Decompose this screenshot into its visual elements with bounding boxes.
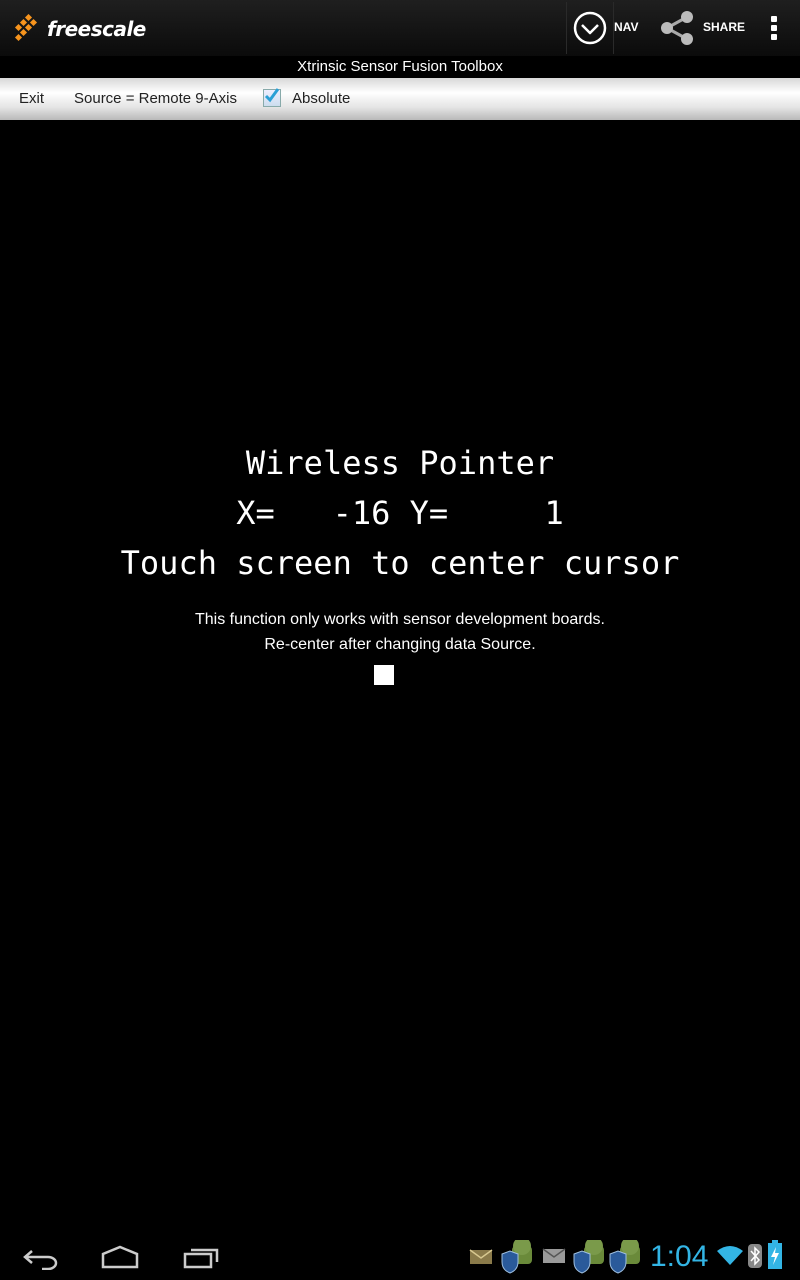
nav-label[interactable]: NAV xyxy=(614,20,638,34)
freescale-logo: freescale xyxy=(14,14,146,44)
overflow-menu-icon[interactable] xyxy=(764,14,784,42)
brand-name: freescale xyxy=(47,17,146,41)
android-shield-icon[interactable] xyxy=(572,1240,608,1274)
status-clock: 1:04 xyxy=(650,1240,709,1273)
pointer-coordinates: X= -16 Y= 1 xyxy=(236,494,564,532)
absolute-checkbox[interactable] xyxy=(263,88,281,107)
note-line-2: Re-center after changing data Source. xyxy=(264,636,536,653)
home-icon[interactable] xyxy=(100,1244,140,1270)
app-title: Xtrinsic Sensor Fusion Toolbox xyxy=(297,58,503,75)
absolute-label[interactable]: Absolute xyxy=(292,90,350,107)
pointer-canvas[interactable] xyxy=(0,120,800,1232)
title-bar: Xtrinsic Sensor Fusion Toolbox xyxy=(0,56,800,78)
exit-button[interactable]: Exit xyxy=(19,90,44,107)
battery-charging-icon xyxy=(768,1240,782,1269)
pointer-instruction: Touch screen to center cursor xyxy=(120,544,680,582)
android-shield-icon[interactable] xyxy=(608,1240,644,1274)
android-shield-icon[interactable] xyxy=(500,1240,536,1274)
checkmark-icon xyxy=(264,88,280,103)
source-selector[interactable]: Source = Remote 9-Axis xyxy=(74,90,237,107)
toolbar: Exit Source = Remote 9-Axis Absolute xyxy=(0,78,800,120)
freescale-logo-icon xyxy=(14,14,38,42)
action-bar: freescale NAV SHARE xyxy=(0,0,800,56)
back-icon[interactable] xyxy=(22,1246,60,1270)
pointer-heading: Wireless Pointer xyxy=(245,444,555,482)
pointer-cursor xyxy=(374,665,394,685)
nav-button[interactable] xyxy=(566,2,614,54)
wifi-icon xyxy=(717,1246,743,1265)
mail-notification-icon[interactable] xyxy=(469,1248,493,1266)
chevron-down-circle-icon xyxy=(573,11,607,45)
bluetooth-icon xyxy=(748,1244,762,1268)
gmail-notification-icon[interactable] xyxy=(542,1247,566,1265)
share-icon[interactable] xyxy=(658,10,696,46)
note-line-1: This function only works with sensor dev… xyxy=(195,611,605,628)
share-label[interactable]: SHARE xyxy=(703,20,745,34)
recent-apps-icon[interactable] xyxy=(182,1246,220,1270)
